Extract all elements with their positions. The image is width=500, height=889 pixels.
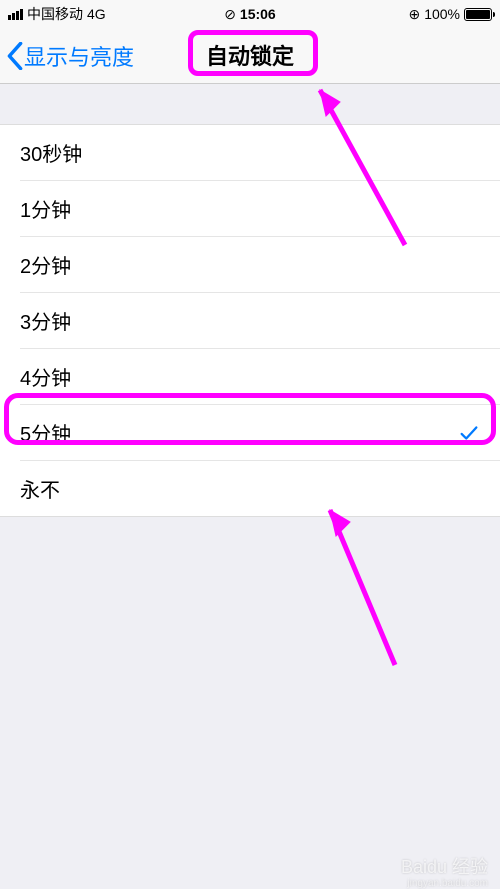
option-label: 永不: [20, 474, 60, 503]
option-never[interactable]: 永不: [0, 461, 500, 516]
option-label: 30秒钟: [20, 138, 82, 167]
carrier-label: 中国移动: [27, 4, 83, 24]
option-3min[interactable]: 3分钟: [0, 293, 500, 348]
rotation-lock-icon: ⊕: [408, 6, 420, 23]
annotation-arrow-bottom: [300, 500, 420, 680]
checkmark-icon: [458, 422, 480, 444]
network-label: 4G: [87, 6, 106, 22]
option-label: 2分钟: [20, 250, 71, 279]
option-30s[interactable]: 30秒钟: [0, 125, 500, 180]
option-4min[interactable]: 4分钟: [0, 349, 500, 404]
auto-lock-options: 30秒钟 1分钟 2分钟 3分钟 4分钟 5分钟 永不: [0, 124, 500, 517]
battery-percent: 100%: [424, 6, 460, 22]
option-2min[interactable]: 2分钟: [0, 237, 500, 292]
signal-bars-icon: [8, 9, 23, 20]
option-1min[interactable]: 1分钟: [0, 181, 500, 236]
option-label: 1分钟: [20, 194, 71, 223]
status-bar: 中国移动 4G ⊘ 15:06 ⊕ 100%: [0, 0, 500, 28]
battery-icon: [464, 8, 492, 21]
watermark-sub: jingyan.baidu.com: [407, 878, 488, 889]
clock: 15:06: [240, 6, 276, 22]
hotspot-icon: ⊘: [224, 6, 236, 23]
navigation-bar: 显示与亮度 自动锁定: [0, 28, 500, 84]
option-label: 5分钟: [20, 418, 71, 447]
watermark-text: Baidu 经验: [401, 853, 488, 879]
page-title: 自动锁定: [0, 37, 500, 75]
option-label: 4分钟: [20, 362, 71, 391]
option-label: 3分钟: [20, 306, 71, 335]
option-5min[interactable]: 5分钟: [0, 405, 500, 460]
watermark: Baidu 经验 jingyan.baidu.com: [401, 853, 488, 879]
